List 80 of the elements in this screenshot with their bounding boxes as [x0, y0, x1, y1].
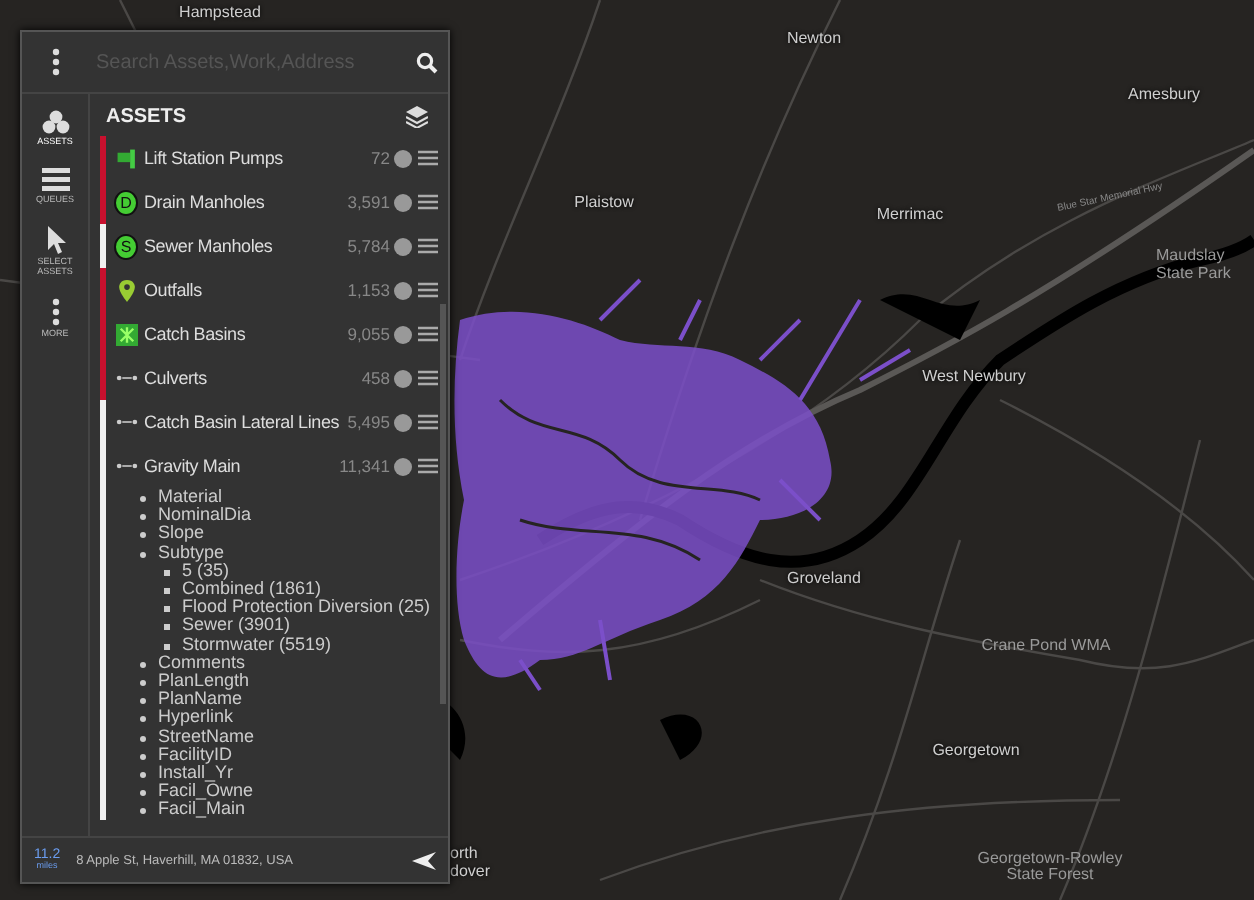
place-label: Georgetown-Rowley State Forest: [975, 851, 1125, 885]
menu-icon[interactable]: [418, 458, 438, 474]
list-icon: [41, 167, 69, 192]
visibility-toggle[interactable]: [394, 193, 412, 211]
place-label: Crane Pond WMA: [979, 637, 1113, 655]
layer-count: 72: [371, 148, 390, 168]
more-icon: [51, 297, 59, 326]
place-label: Newton: [786, 29, 842, 47]
field-item[interactable]: Slope: [158, 524, 205, 544]
field-item[interactable]: Material: [158, 488, 223, 507]
field-item[interactable]: Combined (1861): [182, 580, 322, 599]
field-item[interactable]: NominalDia: [158, 506, 252, 525]
layer-name[interactable]: Gravity Main: [144, 456, 336, 476]
menu-icon[interactable]: [418, 326, 438, 342]
layer-name[interactable]: Lift Station Pumps: [144, 148, 368, 168]
dashed-line-icon: [115, 418, 137, 426]
field-item[interactable]: Install_Yr: [158, 764, 234, 783]
place-label: Hampstead: [179, 3, 261, 21]
menu-icon[interactable]: [418, 370, 438, 386]
panel-title: ASSETS: [106, 106, 187, 128]
map-pin-icon: [115, 279, 137, 301]
field-item[interactable]: PlanName: [158, 690, 243, 709]
field-item[interactable]: FacilityID: [158, 745, 233, 765]
place-label: Georgetown: [932, 741, 1020, 759]
layer-name[interactable]: Outfalls: [144, 280, 344, 300]
scrollbar[interactable]: [440, 304, 446, 704]
layer-name[interactable]: Culverts: [144, 368, 358, 388]
dashed-line-icon: [115, 374, 137, 382]
visibility-toggle[interactable]: [394, 413, 412, 431]
layer-name[interactable]: Catch Basins: [144, 324, 344, 344]
field-item[interactable]: Hyperlink: [158, 708, 234, 728]
stacked-circles-icon: [41, 110, 69, 134]
place-label: West Newbury: [922, 367, 1026, 385]
pump-icon: [115, 147, 137, 169]
field-item[interactable]: Sewer (3901): [182, 616, 291, 636]
layer-symbol: S: [114, 233, 138, 259]
menu-icon[interactable]: [418, 414, 438, 430]
layer-count: 5,495: [347, 412, 390, 432]
layer-name[interactable]: Catch Basin Lateral Lines: [144, 412, 344, 432]
visibility-toggle[interactable]: [394, 325, 412, 343]
layer-name[interactable]: Sewer Manholes: [144, 236, 344, 256]
layer-symbol: D: [114, 189, 138, 215]
field-item[interactable]: 5 (35): [182, 561, 230, 581]
layers-icon[interactable]: [406, 106, 428, 128]
dashed-line-icon: [115, 462, 137, 470]
field-item[interactable]: StreetName: [158, 727, 255, 746]
visibility-toggle[interactable]: [394, 149, 412, 167]
menu-icon[interactable]: [418, 238, 438, 254]
more-icon: [51, 48, 59, 76]
visibility-toggle[interactable]: [394, 237, 412, 255]
menu-icon[interactable]: [418, 282, 438, 298]
place-label: Plaistow: [574, 193, 634, 211]
place-label: orth dover: [450, 846, 493, 882]
field-item[interactable]: PlanLength: [158, 672, 250, 691]
layer-count: 9,055: [347, 324, 390, 344]
menu-icon[interactable]: [418, 150, 438, 166]
place-label: Maudslay State Park: [1156, 248, 1233, 284]
layer-count: 458: [361, 368, 390, 388]
cursor-arrow-icon: [45, 225, 65, 254]
visibility-toggle[interactable]: [394, 457, 412, 475]
visibility-toggle[interactable]: [394, 369, 412, 387]
visibility-toggle[interactable]: [394, 281, 412, 299]
navigation-arrow-icon[interactable]: [412, 851, 436, 869]
field-item[interactable]: Stormwater (5519): [182, 635, 332, 654]
layer-count: 11,341: [339, 456, 390, 476]
field-item[interactable]: Flood Protection Diversion (25): [182, 598, 431, 617]
layer-name[interactable]: Drain Manholes: [144, 192, 344, 212]
grate-icon: [115, 323, 137, 345]
field-item[interactable]: Facil_Main: [158, 800, 246, 820]
menu-icon[interactable]: [418, 194, 438, 210]
search-icon[interactable]: [415, 51, 437, 73]
field-item[interactable]: Subtype: [158, 543, 225, 562]
layer-count: 5,784: [347, 236, 390, 256]
field-item[interactable]: Facil_Owne: [158, 782, 254, 801]
layer-count: 3,591: [347, 192, 390, 212]
field-item[interactable]: Comments: [158, 653, 246, 673]
place-label: Groveland: [787, 569, 861, 587]
place-label: Merrimac: [876, 205, 944, 223]
place-label: Amesbury: [1128, 85, 1200, 103]
layer-count: 1,153: [347, 280, 390, 300]
